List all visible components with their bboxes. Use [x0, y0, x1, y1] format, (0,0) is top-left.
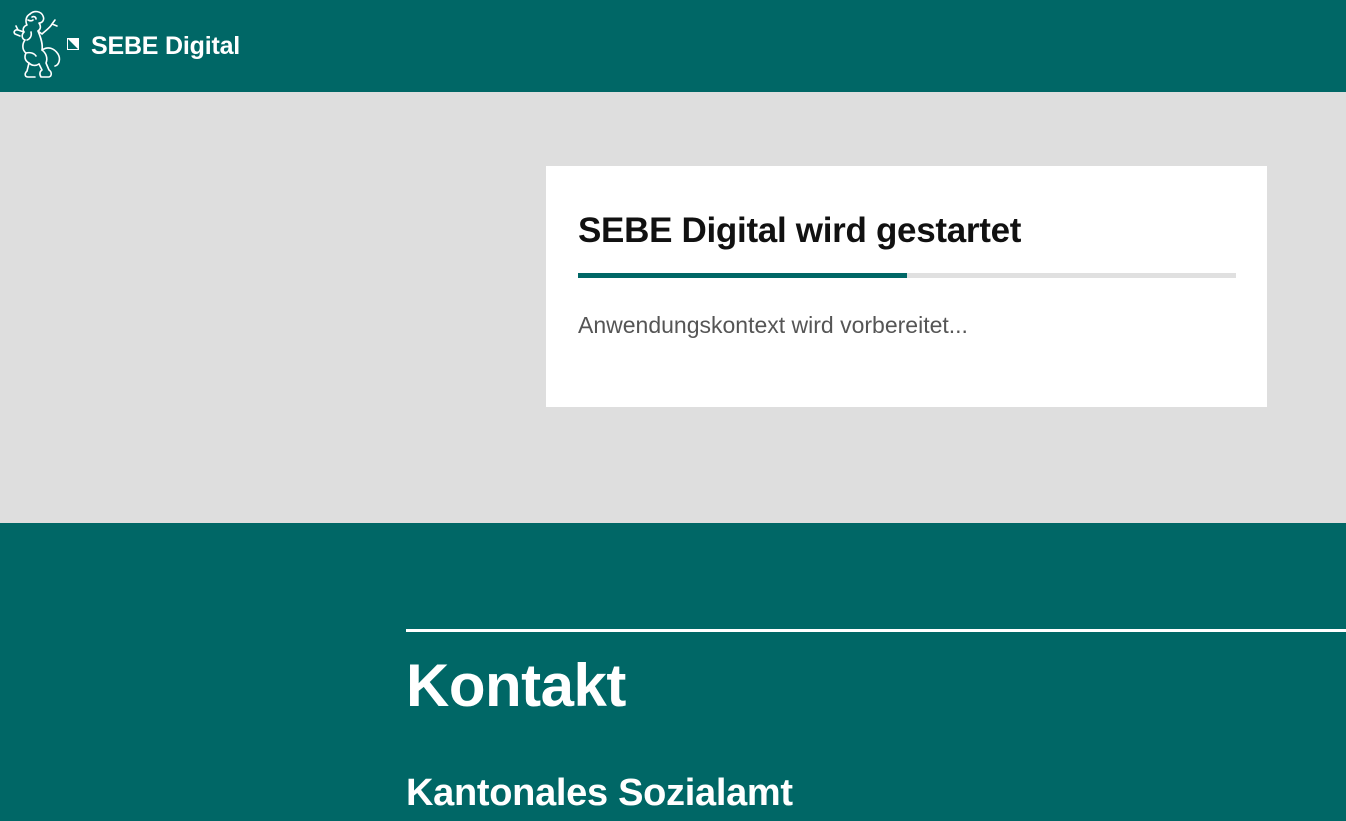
office-name: Kantonales Sozialamt	[406, 772, 793, 814]
progress-fill	[578, 273, 907, 278]
footer-divider	[406, 629, 1346, 632]
contact-heading: Kontakt	[406, 652, 626, 719]
bern-lion-icon	[13, 10, 61, 78]
startup-status-text: Anwendungskontext wird vorbereitet...	[578, 312, 968, 338]
startup-progress-bar	[578, 273, 1236, 278]
home-logo-link[interactable]: SEBE Digital	[0, 0, 270, 92]
main-content: SEBE Digital wird gestartet Anwendungsko…	[0, 92, 1346, 523]
logo-mark-icon	[67, 38, 79, 50]
startup-card: SEBE Digital wird gestartet Anwendungsko…	[546, 166, 1267, 407]
app-name: SEBE Digital	[91, 32, 241, 60]
top-header: SEBE Digital	[0, 0, 1346, 92]
footer: Kontakt Kantonales Sozialamt	[0, 523, 1346, 821]
startup-title: SEBE Digital wird gestartet	[578, 211, 1022, 250]
